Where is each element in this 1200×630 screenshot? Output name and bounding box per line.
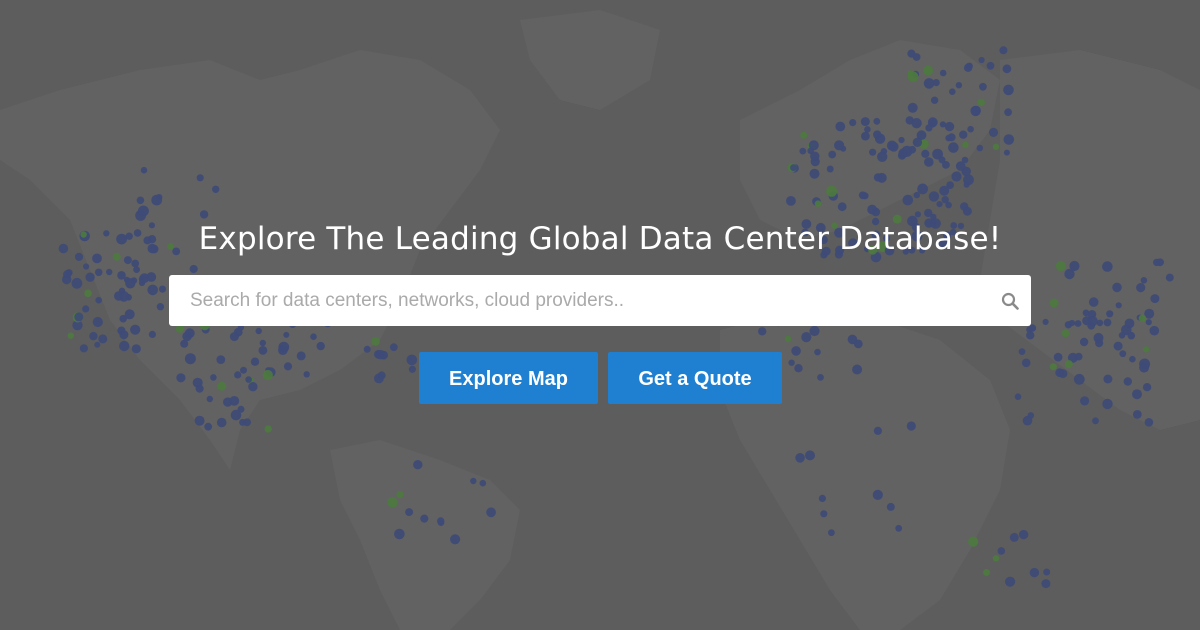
search-input[interactable]: [169, 275, 989, 326]
explore-map-button[interactable]: Explore Map: [419, 352, 598, 404]
hero-stage: Explore The Leading Global Data Center D…: [0, 0, 1200, 630]
page-title: Explore The Leading Global Data Center D…: [198, 221, 1002, 257]
search-bar[interactable]: [169, 275, 1031, 326]
hero-content: Explore The Leading Global Data Center D…: [0, 0, 1200, 630]
search-icon[interactable]: [1001, 292, 1019, 310]
get-quote-button[interactable]: Get a Quote: [608, 352, 782, 404]
